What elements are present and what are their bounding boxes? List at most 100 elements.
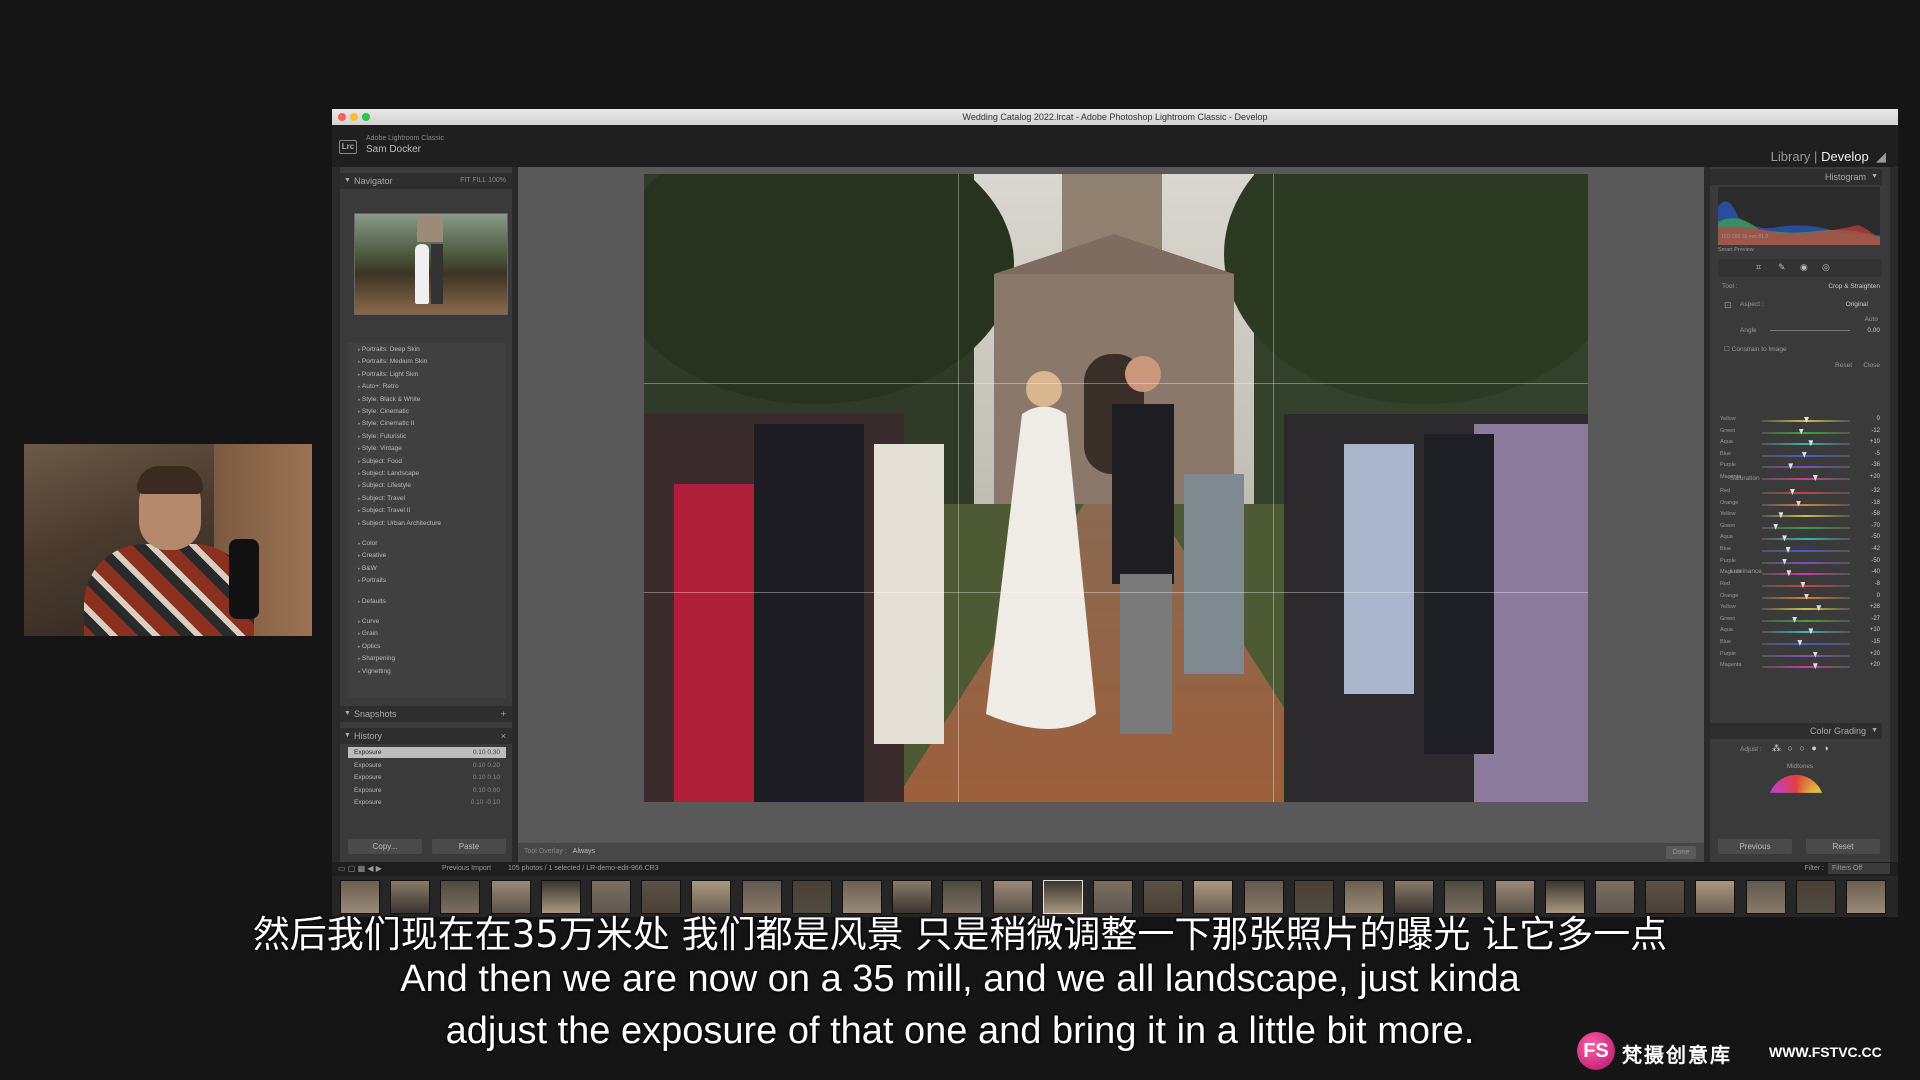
crop-handle-bottom-right[interactable] <box>1582 796 1588 802</box>
navigator-header[interactable]: ▼ Navigator FIT FILL 100% <box>340 173 512 189</box>
wedding-photo[interactable] <box>644 174 1588 802</box>
preset-item[interactable]: Sharpening <box>358 655 395 662</box>
preset-item[interactable]: Subject: Landscape <box>358 470 419 477</box>
slider-value[interactable]: -15 <box>1871 639 1880 645</box>
slider-value[interactable]: -27 <box>1871 616 1880 622</box>
slider-orange[interactable]: Orange -18 <box>1718 499 1882 510</box>
preset-item[interactable]: Defaults <box>358 598 386 605</box>
slider-value[interactable]: -42 <box>1871 546 1880 552</box>
histogram-header[interactable]: Histogram ▼ <box>1710 169 1882 185</box>
slider-value[interactable]: +20 <box>1870 651 1880 657</box>
slider-value[interactable]: -36 <box>1871 462 1880 468</box>
constrain-to-image-checkbox[interactable]: ☐ Constrain to Image <box>1724 345 1787 353</box>
slider-value[interactable]: -70 <box>1871 523 1880 529</box>
filter-select[interactable]: Filters Off <box>1828 863 1890 874</box>
masking-tool-icon[interactable]: ◎ <box>1822 262 1830 273</box>
healing-tool-icon[interactable]: ✎ <box>1778 262 1786 273</box>
slider-green[interactable]: Green -12 <box>1718 427 1882 438</box>
preset-item[interactable]: Curve <box>358 618 379 625</box>
preset-item[interactable]: Style: Cinematic <box>358 408 409 415</box>
collapse-arrow-icon[interactable]: ◢ <box>1872 149 1886 164</box>
slider-yellow[interactable]: Yellow 0 <box>1718 415 1882 426</box>
crop-handle-top-right[interactable] <box>1582 174 1588 180</box>
slider-aqua[interactable]: Aqua +10 <box>1718 626 1882 637</box>
preset-item[interactable]: Subject: Lifestyle <box>358 482 411 489</box>
preset-item[interactable]: Color <box>358 540 378 547</box>
slider-blue[interactable]: Blue -42 <box>1718 545 1882 556</box>
crop-reset-button[interactable]: Reset <box>1835 362 1852 369</box>
preset-item[interactable]: Subject: Travel <box>358 495 405 502</box>
slider-value[interactable]: +10 <box>1870 439 1880 445</box>
preset-item[interactable]: Creative <box>358 552 386 559</box>
module-library[interactable]: Library <box>1771 149 1811 164</box>
preset-item[interactable]: Style: Cinematic II <box>358 420 414 427</box>
slider-red[interactable]: Red -8 <box>1718 580 1882 591</box>
crop-handle-top-left[interactable] <box>644 174 650 180</box>
slider-value[interactable]: +10 <box>1870 627 1880 633</box>
slider-value[interactable]: -12 <box>1871 428 1880 434</box>
slider-value[interactable]: -58 <box>1871 511 1880 517</box>
lock-icon[interactable]: ⊡ <box>1724 300 1732 311</box>
history-item[interactable]: Exposure 0.10 0.00 <box>348 785 506 796</box>
slider-value[interactable]: -8 <box>1875 581 1880 587</box>
slider-purple[interactable]: Purple +20 <box>1718 650 1882 661</box>
slider-purple[interactable]: Purple -36 <box>1718 461 1882 472</box>
crop-tool-icon[interactable]: ⌗ <box>1756 262 1761 273</box>
add-snapshot-icon[interactable]: + <box>501 706 506 722</box>
slider-yellow[interactable]: Yellow -58 <box>1718 510 1882 521</box>
slider-value[interactable]: 0 <box>1877 593 1880 599</box>
slider-value[interactable]: -40 <box>1871 569 1880 575</box>
slider-value[interactable]: +20 <box>1870 662 1880 668</box>
aspect-value[interactable]: Original <box>1846 301 1868 308</box>
tool-overlay-setting[interactable]: Tool Overlay : Always <box>524 848 595 855</box>
angle-auto-button[interactable]: Auto <box>1865 316 1878 323</box>
slider-green[interactable]: Green -70 <box>1718 522 1882 533</box>
history-item[interactable]: Exposure 0.10 0.10 <box>348 772 506 783</box>
preset-item[interactable]: Portraits: Deep Skin <box>358 346 420 353</box>
previous-button[interactable]: Previous <box>1718 839 1792 854</box>
history-item[interactable]: Exposure 0.10 0.20 <box>348 760 506 771</box>
preset-item[interactable]: Style: Vintage <box>358 445 402 452</box>
navigator-preview[interactable] <box>354 213 508 315</box>
history-header[interactable]: ▼ History × <box>340 728 512 744</box>
slider-yellow[interactable]: Yellow +28 <box>1718 603 1882 614</box>
preset-item[interactable]: Vignetting <box>358 668 391 675</box>
clear-history-icon[interactable]: × <box>501 728 506 744</box>
red-eye-tool-icon[interactable]: ◉ <box>1800 262 1808 273</box>
snapshots-header[interactable]: ▼ Snapshots + <box>340 706 512 722</box>
slider-red[interactable]: Red -32 <box>1718 487 1882 498</box>
slider-value[interactable]: -50 <box>1871 558 1880 564</box>
preset-item[interactable]: Portraits <box>358 577 386 584</box>
tool-overlay-value[interactable]: Always <box>573 848 595 855</box>
crop-close-button[interactable]: Close <box>1863 362 1880 369</box>
navigator-zoom-options[interactable]: FIT FILL 100% <box>460 173 506 189</box>
view-mode-icons[interactable]: ▭ ▢ ▦ ◀ ▶ <box>338 864 382 873</box>
preset-item[interactable]: Portraits: Medium Skin <box>358 358 427 365</box>
slider-purple[interactable]: Purple -50 <box>1718 557 1882 568</box>
slider-value[interactable]: 0 <box>1877 416 1880 422</box>
preset-item[interactable]: Subject: Food <box>358 458 402 465</box>
preset-item[interactable]: Auto+: Retro <box>358 383 399 390</box>
slider-value[interactable]: -5 <box>1875 451 1880 457</box>
slider-orange[interactable]: Orange 0 <box>1718 592 1882 603</box>
preset-item[interactable]: B&W <box>358 565 377 572</box>
angle-value[interactable]: 0.00 <box>1867 327 1880 334</box>
slider-value[interactable]: -50 <box>1871 534 1880 540</box>
preset-item[interactable]: Portraits: Light Skin <box>358 371 418 378</box>
filmstrip-source[interactable]: Previous Import <box>442 865 491 872</box>
slider-aqua[interactable]: Aqua +10 <box>1718 438 1882 449</box>
slider-value[interactable]: -32 <box>1871 488 1880 494</box>
slider-blue[interactable]: Blue -15 <box>1718 638 1882 649</box>
slider-value[interactable]: +20 <box>1870 474 1880 480</box>
paste-button[interactable]: Paste <box>432 839 506 854</box>
copy-button[interactable]: Copy... <box>348 839 422 854</box>
color-grading-view-icons[interactable]: ⁂ ○ ○ ● ◑ <box>1772 743 1831 754</box>
crop-handle-bottom-left[interactable] <box>644 796 650 802</box>
color-grading-header[interactable]: Color Grading ▼ <box>1710 723 1882 739</box>
module-develop[interactable]: Develop <box>1821 149 1869 164</box>
slider-value[interactable]: +28 <box>1870 604 1880 610</box>
history-item[interactable]: Exposure 0.10 -0.10 <box>348 797 506 808</box>
preset-item[interactable]: Subject: Travel II <box>358 507 410 514</box>
slider-blue[interactable]: Blue -5 <box>1718 450 1882 461</box>
reset-button[interactable]: Reset <box>1806 839 1880 854</box>
